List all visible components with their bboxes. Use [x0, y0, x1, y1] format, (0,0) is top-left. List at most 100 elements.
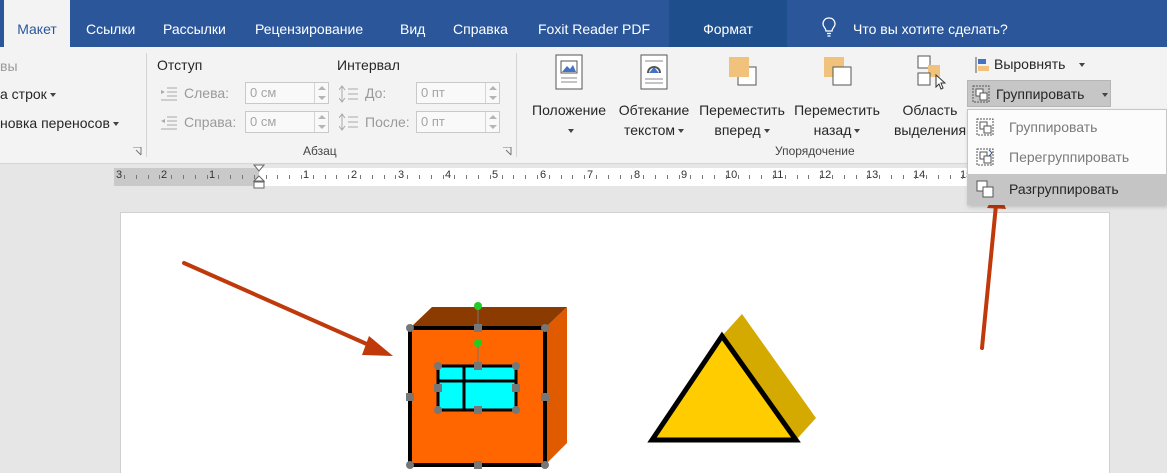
paragraph-launcher-icon[interactable]: [503, 147, 512, 156]
menu-item-ungroup-label: Разгруппировать: [1009, 181, 1119, 197]
tab-help[interactable]: Справка: [453, 0, 508, 47]
ruler-tick: [926, 175, 927, 179]
ribbon-tab-bar: Макет Ссылки Рассылки Рецензирование Вид…: [0, 0, 1167, 47]
spacing-before-value: 0 пт: [421, 85, 445, 100]
menu-item-group[interactable]: Группировать: [968, 112, 1166, 142]
tell-me-search[interactable]: Что вы хотите сделать?: [853, 0, 1008, 47]
ruler-tick: [254, 175, 255, 179]
ruler-tick: [797, 175, 798, 179]
bring-forward-label-2: вперед: [714, 122, 761, 138]
tab-mailings[interactable]: Рассылки: [163, 0, 226, 47]
indent-right-input[interactable]: 0 см: [245, 111, 329, 133]
indent-left-icon: [161, 87, 177, 101]
ruler-tick: [549, 175, 550, 179]
ruler-tick: [820, 175, 821, 179]
ruler-tick: [867, 175, 868, 179]
ruler-tick: [856, 175, 857, 179]
ruler-tick: [561, 175, 562, 179]
ruler-tick: [525, 175, 526, 179]
send-backward-button[interactable]: Переместить назад: [789, 53, 885, 140]
ruler-tick: [667, 175, 668, 179]
wrap-text-label-1: Обтекание: [618, 102, 690, 118]
tab-format[interactable]: Формат: [669, 0, 787, 47]
wrap-text-button[interactable]: Обтекание текстом: [614, 53, 694, 140]
send-backward-label-2: назад: [813, 122, 852, 138]
selection-pane-icon: [917, 55, 947, 90]
group-separator: [516, 53, 517, 157]
ruler-tick: [749, 175, 750, 179]
ruler-tick: [195, 175, 196, 179]
ruler-tick: [218, 175, 219, 179]
ruler-tick: [572, 175, 573, 179]
ruler-tick: [773, 175, 774, 179]
ruler-number: 9: [681, 169, 688, 181]
lightbulb-icon[interactable]: [822, 17, 836, 37]
align-button[interactable]: Выровнять: [972, 55, 1092, 77]
chevron-down-icon: [49, 93, 56, 98]
ruler-tick: [443, 175, 444, 179]
ruler-number: 5: [492, 169, 499, 181]
spacing-after-value: 0 пт: [421, 114, 445, 129]
ruler-tick: [183, 175, 184, 179]
ruler-tick: [738, 175, 739, 179]
menu-item-ungroup[interactable]: Разгруппировать: [968, 174, 1166, 204]
chevron-down-icon: [1102, 93, 1108, 97]
selection-pane-button[interactable]: Область выделения: [892, 53, 968, 140]
ruler-tick: [148, 175, 149, 179]
tab-review[interactable]: Рецензирование: [255, 0, 363, 47]
regroup-icon: [976, 148, 994, 166]
ruler-tick: [490, 175, 491, 179]
group-separator: [146, 53, 147, 157]
spacing-before-input[interactable]: 0 пт: [416, 82, 500, 104]
wrap-text-icon: [640, 54, 668, 90]
tab-foxit-reader-pdf[interactable]: Foxit Reader PDF: [538, 0, 650, 47]
ruler-number: 3: [116, 169, 123, 181]
ruler-tick: [844, 175, 845, 179]
ruler-tick: [266, 175, 267, 179]
spin-arrows-icon[interactable]: [485, 83, 499, 103]
bring-forward-button[interactable]: Переместить вперед: [694, 53, 790, 140]
ruler-number: 4: [445, 169, 452, 181]
ruler-tick: [631, 175, 632, 179]
group-objects-icon: [972, 85, 990, 103]
menu-item-regroup[interactable]: Перегруппировать: [968, 142, 1166, 172]
spin-arrows-icon[interactable]: [485, 112, 499, 132]
hyphenation-button[interactable]: новка переносов: [0, 115, 119, 131]
group-label: Группировать: [996, 86, 1085, 102]
ruler-tick: [289, 175, 290, 179]
ruler-number: 8: [634, 169, 641, 181]
indent-left-input[interactable]: 0 см: [245, 82, 329, 104]
ruler-tick: [714, 175, 715, 179]
ruler-tick: [726, 175, 727, 179]
ruler-tick: [915, 175, 916, 179]
chevron-down-icon: [854, 129, 861, 134]
ruler-tick: [431, 175, 432, 179]
ruler-tick: [832, 175, 833, 179]
chevron-down-icon: [763, 129, 770, 134]
page-setup-launcher-icon[interactable]: [133, 147, 142, 156]
document-page[interactable]: [120, 212, 1110, 473]
spin-arrows-icon[interactable]: [314, 112, 328, 132]
group-dropdown-menu: Группировать Перегруппировать Разгруппир…: [967, 109, 1167, 205]
group-button[interactable]: Группировать: [967, 80, 1111, 107]
ruler-tick: [466, 175, 467, 179]
truncated-command-1[interactable]: вы: [0, 58, 18, 74]
tab-references[interactable]: Ссылки: [86, 0, 135, 47]
line-numbers-button[interactable]: а строк: [0, 86, 56, 102]
ruler-tick: [502, 175, 503, 179]
position-button[interactable]: Положение: [527, 53, 611, 140]
spacing-after-input[interactable]: 0 пт: [416, 111, 500, 133]
ruler-tick: [384, 175, 385, 179]
ruler-tick: [808, 175, 809, 179]
ruler-tick: [207, 175, 208, 179]
tab-view[interactable]: Вид: [400, 0, 425, 47]
tab-layout[interactable]: Макет: [4, 0, 70, 47]
chevron-down-icon: [1079, 63, 1085, 67]
ruler-tick: [903, 175, 904, 179]
selection-pane-label-1: Область: [902, 102, 958, 118]
spin-arrows-icon[interactable]: [314, 83, 328, 103]
chevron-down-icon: [112, 122, 119, 127]
ruler-number: 3: [398, 169, 405, 181]
ruler-tick: [938, 175, 939, 179]
ruler-tick: [513, 175, 514, 179]
